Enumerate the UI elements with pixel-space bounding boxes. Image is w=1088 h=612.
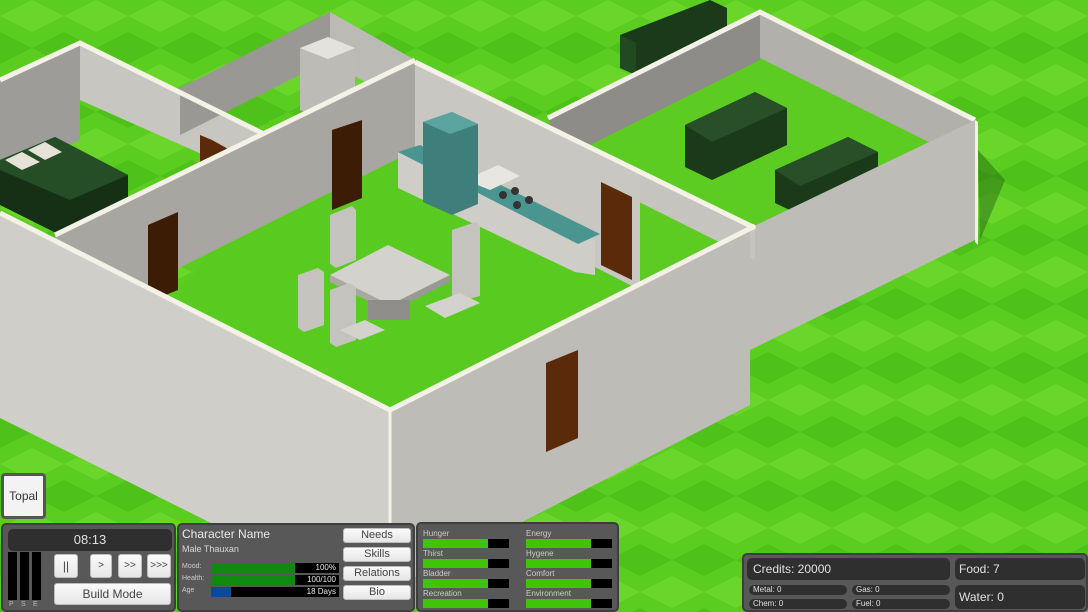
metal-display: Metal: 0 [749,585,847,595]
need-label: Energy [526,529,552,538]
speed-fastest-button[interactable]: >>> [147,554,171,578]
need-bar-bladder [423,579,509,588]
need-label: Thirst [423,549,443,558]
stat-bar: 18 Days [211,587,339,597]
need-bar-recreation [423,599,509,608]
needs-panel: Hunger Thirst Bladder Recreation Energy Hygen… [416,522,619,612]
need-label: Hunger [423,529,450,538]
need-bar-energy [526,539,612,548]
need-bar-fill [423,559,488,568]
tab-skills[interactable]: Skills [343,547,411,562]
character-tab-button[interactable]: Topal [1,473,46,519]
door[interactable] [332,120,362,210]
door[interactable] [601,182,632,280]
chair[interactable] [298,268,324,332]
stat-value: 100% [315,563,336,572]
tab-bio[interactable]: Bio [343,585,411,600]
speed-meter-label: S [21,601,26,608]
need-bar-fill [526,599,591,608]
need-label: Environment [526,589,571,598]
stat-bar-fill [211,575,296,585]
door[interactable] [546,350,578,452]
need-bar-fill [526,559,591,568]
need-bar-comfort [526,579,612,588]
need-label: Comfort [526,569,555,578]
stat-bar: 100% [211,563,339,573]
need-bar-hunger [423,539,509,548]
need-bar-thirst [423,559,509,568]
tab-relations[interactable]: Relations [343,566,411,581]
stat-bar-fill [211,563,296,573]
fuel-display: Fuel: 0 [852,599,950,609]
game-world-view[interactable] [0,0,1088,612]
speed-normal-button[interactable]: > [90,554,112,578]
need-label: Bladder [423,569,451,578]
speed-fast-button[interactable]: >> [118,554,142,578]
character-panel: Character Name Male Thauxan Mood: 100% Hea… [177,523,415,612]
speed-meter-s [20,552,29,600]
need-bar-fill [423,579,488,588]
chair[interactable] [330,206,356,268]
build-mode-button[interactable]: Build Mode [54,583,171,605]
tab-needs[interactable]: Needs [343,528,411,543]
credits-display: Credits: 20000 [747,558,950,580]
stat-label: Age [182,587,195,594]
need-bar-hygene [526,559,612,568]
need-bar-fill [423,539,488,548]
refrigerator[interactable] [423,112,478,215]
time-control-panel: 08:13 PSE || > >> >>> Build Mode [1,523,176,612]
need-bar-fill [526,579,591,588]
need-bar-fill [423,599,488,608]
speed-meter-e [32,552,41,600]
water-display: Water: 0 [955,585,1085,609]
character-name: Character Name [182,527,271,541]
need-label: Recreation [423,589,462,598]
pause-button[interactable]: || [54,554,78,578]
stat-label: Health: [182,575,205,582]
stat-bar-fill [211,587,232,597]
gas-display: Gas: 0 [852,585,950,595]
character-description: Male Thauxan [182,544,239,554]
speed-meter-label: E [33,601,38,608]
stat-value: 100/100 [307,575,336,584]
stat-value: 18 Days [306,587,336,596]
resources-panel: Credits: 20000 Food: 7 Metal: 0 Gas: 0 C… [742,553,1088,612]
stat-label: Mood: [182,563,202,570]
chem-display: Chem: 0 [749,599,847,609]
clock-display: 08:13 [8,529,172,551]
food-display: Food: 7 [955,558,1085,580]
stat-bar: 100/100 [211,575,339,585]
speed-meter-label: P [9,601,14,608]
need-bar-fill [526,539,591,548]
need-label: Hygene [526,549,554,558]
speed-meter-p [8,552,17,600]
need-bar-environment [526,599,612,608]
